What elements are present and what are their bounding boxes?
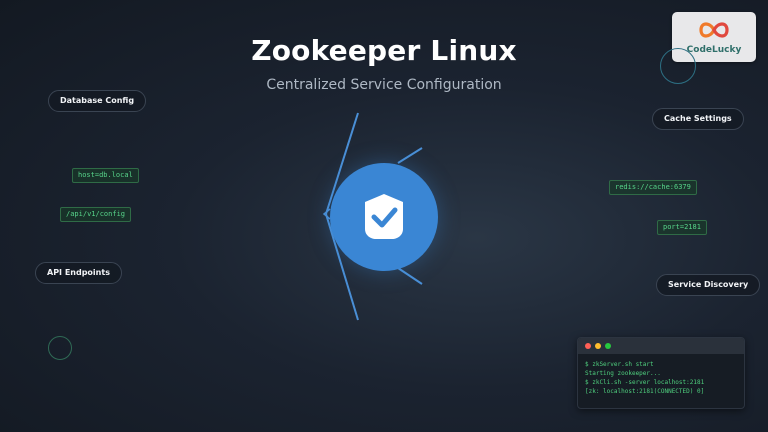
terminal-line: Starting zookeeper... <box>585 370 661 377</box>
api-path-code-tag: /api/v1/config <box>60 207 132 222</box>
api-endpoints-label: API Endpoints <box>35 262 122 284</box>
terminal-title-bar <box>578 338 744 354</box>
service-discovery-label: Service Discovery <box>656 274 761 296</box>
minimize-dot-icon <box>595 343 601 349</box>
terminal-output: $ zkServer.sh start Starting zookeeper..… <box>578 354 744 396</box>
shield-check-icon <box>365 194 403 239</box>
maximize-dot-icon <box>605 343 611 349</box>
port-code-tag: port=2181 <box>657 220 707 235</box>
host-code-tag: host=db.local <box>72 168 139 183</box>
database-config-label: Database Config <box>48 90 147 112</box>
page-title: Zookeeper Linux <box>251 34 517 67</box>
terminal-line: [zk: localhost:2181(CONNECTED) 0] <box>585 388 705 395</box>
terminal-window: $ zkServer.sh start Starting zookeeper..… <box>577 337 745 409</box>
redis-code-tag: redis://cache:6379 <box>609 180 697 195</box>
zookeeper-hub <box>330 163 438 271</box>
decorative-ring-bottom-left <box>48 336 72 360</box>
cache-settings-label: Cache Settings <box>652 108 744 130</box>
decorative-ring-top-right <box>660 48 696 84</box>
infinity-logo-icon <box>699 22 729 38</box>
terminal-line: $ zkServer.sh start <box>585 361 654 368</box>
close-dot-icon <box>585 343 591 349</box>
terminal-line: $ zkCli.sh -server localhost:2181 <box>585 379 705 386</box>
